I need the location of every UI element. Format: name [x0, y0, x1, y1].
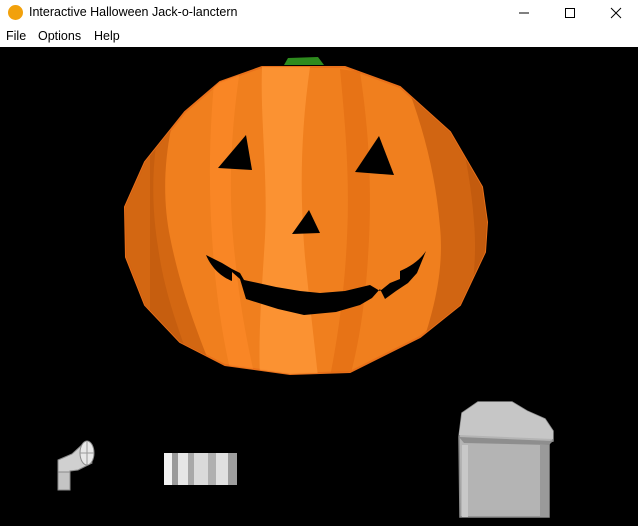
window-title: Interactive Halloween Jack-o-lanctern	[29, 5, 238, 19]
minimize-button[interactable]	[501, 0, 547, 26]
close-icon	[610, 7, 622, 19]
pumpkin-stem[interactable]	[284, 57, 324, 65]
can-icon[interactable]	[164, 453, 237, 485]
orange-circle-icon	[8, 5, 23, 20]
scene-canvas	[57, 57, 554, 518]
flashlight-icon[interactable]	[57, 440, 95, 491]
maximize-button[interactable]	[547, 0, 593, 26]
jack-o-lantern[interactable]	[123, 57, 490, 377]
tombstone-icon[interactable]	[458, 401, 554, 518]
maximize-icon	[565, 8, 575, 18]
menu-bar: File Options Help	[0, 26, 638, 47]
menu-help[interactable]: Help	[94, 29, 120, 43]
menu-options[interactable]: Options	[38, 29, 81, 43]
minimize-icon	[519, 12, 529, 14]
title-bar[interactable]: Interactive Halloween Jack-o-lanctern	[0, 0, 638, 26]
close-button[interactable]	[593, 0, 638, 26]
app-window: Interactive Halloween Jack-o-lanctern Fi…	[0, 0, 638, 526]
halloween-scene[interactable]	[0, 47, 638, 526]
menu-file[interactable]: File	[6, 29, 26, 43]
